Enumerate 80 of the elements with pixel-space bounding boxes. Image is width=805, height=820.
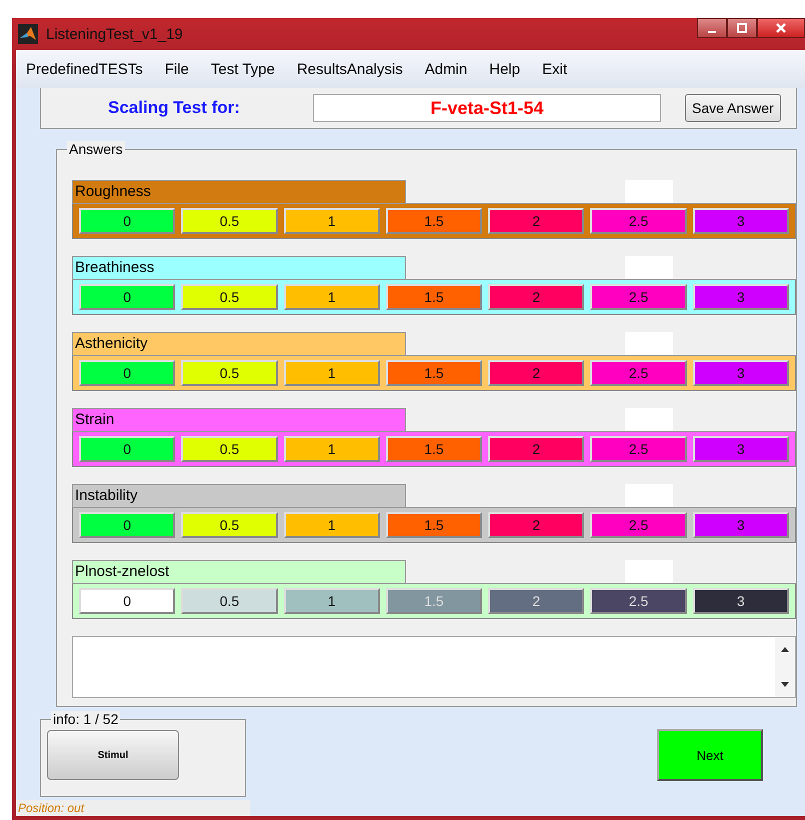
rating-button[interactable]: 1 xyxy=(284,436,380,462)
rating-button[interactable]: 0 xyxy=(79,208,176,234)
menu-item[interactable]: PredefinedTESTs xyxy=(26,60,143,78)
rating-button[interactable]: 3 xyxy=(692,512,789,538)
comment-field[interactable] xyxy=(72,636,796,698)
rating-button[interactable]: 3 xyxy=(692,436,789,462)
scale-label: Strain xyxy=(72,408,406,431)
score-box xyxy=(625,408,673,431)
rating-button[interactable]: 1.5 xyxy=(386,436,482,462)
scale-label: Asthenicity xyxy=(72,332,406,355)
rating-button[interactable]: 1 xyxy=(284,588,380,614)
scroll-down-icon[interactable] xyxy=(781,682,789,687)
stimul-button[interactable]: Stimul xyxy=(47,730,179,780)
close-icon xyxy=(775,22,787,34)
menu-item[interactable]: Help xyxy=(489,60,520,78)
menu-item[interactable]: Exit xyxy=(542,60,568,78)
rating-button[interactable]: 1 xyxy=(284,360,380,386)
rating-button[interactable]: 1 xyxy=(284,208,380,234)
rating-button[interactable]: 0.5 xyxy=(181,436,278,462)
app-logo-icon xyxy=(18,24,38,44)
scale-label: Instability xyxy=(72,484,406,507)
score-box xyxy=(625,332,673,355)
menu-item[interactable]: File xyxy=(164,60,189,78)
rating-button[interactable]: 2 xyxy=(488,208,584,234)
scale-label: Plnost-znelost xyxy=(72,560,406,583)
rating-button[interactable]: 2.5 xyxy=(590,512,687,538)
rating-button[interactable]: 0 xyxy=(79,436,176,462)
rating-button[interactable]: 3 xyxy=(692,588,789,614)
rating-button[interactable]: 0.5 xyxy=(181,284,278,310)
window-title: ListeningTest_v1_19 xyxy=(46,26,183,42)
save-answer-button[interactable]: Save Answer xyxy=(685,94,781,122)
rating-button[interactable]: 3 xyxy=(692,360,789,386)
rating-button[interactable]: 3 xyxy=(692,284,789,310)
rating-button[interactable]: 2.5 xyxy=(590,436,687,462)
rating-button[interactable]: 0.5 xyxy=(181,208,278,234)
scale-label: Breathiness xyxy=(72,256,406,279)
rating-button[interactable]: 0.5 xyxy=(181,360,278,386)
scroll-up-icon[interactable] xyxy=(781,647,789,652)
scrollbar[interactable] xyxy=(775,637,795,697)
rating-button[interactable]: 0 xyxy=(79,512,176,538)
rating-button[interactable]: 2.5 xyxy=(590,208,687,234)
rating-button[interactable]: 2.5 xyxy=(590,360,687,386)
score-box xyxy=(625,256,673,279)
rating-button[interactable]: 0 xyxy=(79,360,176,386)
rating-button[interactable]: 2.5 xyxy=(590,588,687,614)
rating-button[interactable]: 1 xyxy=(284,284,380,310)
close-button[interactable] xyxy=(757,18,805,38)
panel-title: Answers xyxy=(67,141,125,157)
menu-item[interactable]: Admin xyxy=(424,60,468,78)
next-button[interactable]: Next xyxy=(657,729,763,781)
rating-button[interactable]: 0.5 xyxy=(181,588,278,614)
score-box xyxy=(625,180,673,203)
rating-button[interactable]: 1.5 xyxy=(386,512,482,538)
rating-button[interactable]: 0.5 xyxy=(181,512,278,538)
rating-button[interactable]: 1 xyxy=(284,512,380,538)
panel-title: info: 1 / 52 xyxy=(51,711,120,727)
maximize-button[interactable] xyxy=(727,18,757,38)
score-box xyxy=(625,560,673,583)
rating-button[interactable]: 2 xyxy=(488,512,584,538)
rating-button[interactable]: 1.5 xyxy=(386,360,482,386)
score-box xyxy=(625,484,673,507)
menu-item[interactable]: ResultsAnalysis xyxy=(296,60,403,78)
test-label: Scaling Test for: xyxy=(108,98,241,118)
menu-item[interactable]: Test Type xyxy=(210,60,275,78)
minimize-button[interactable] xyxy=(697,18,727,38)
rating-button[interactable]: 2 xyxy=(488,284,584,310)
rating-button[interactable]: 1.5 xyxy=(386,208,482,234)
rating-button[interactable]: 2 xyxy=(488,360,584,386)
rating-button[interactable]: 2.5 xyxy=(590,284,687,310)
rating-button[interactable]: 1.5 xyxy=(386,284,482,310)
rating-button[interactable]: 0 xyxy=(79,588,176,614)
minimize-icon xyxy=(708,31,716,33)
rating-button[interactable]: 0 xyxy=(79,284,176,310)
rating-button[interactable]: 3 xyxy=(692,208,789,234)
rating-button[interactable]: 2 xyxy=(488,436,584,462)
stimulus-name-field: F-veta-St1-54 xyxy=(313,94,661,122)
scale-label: Roughness xyxy=(72,180,406,203)
rating-button[interactable]: 2 xyxy=(488,588,584,614)
status-text: Position: out xyxy=(16,800,250,816)
maximize-icon xyxy=(736,22,748,34)
